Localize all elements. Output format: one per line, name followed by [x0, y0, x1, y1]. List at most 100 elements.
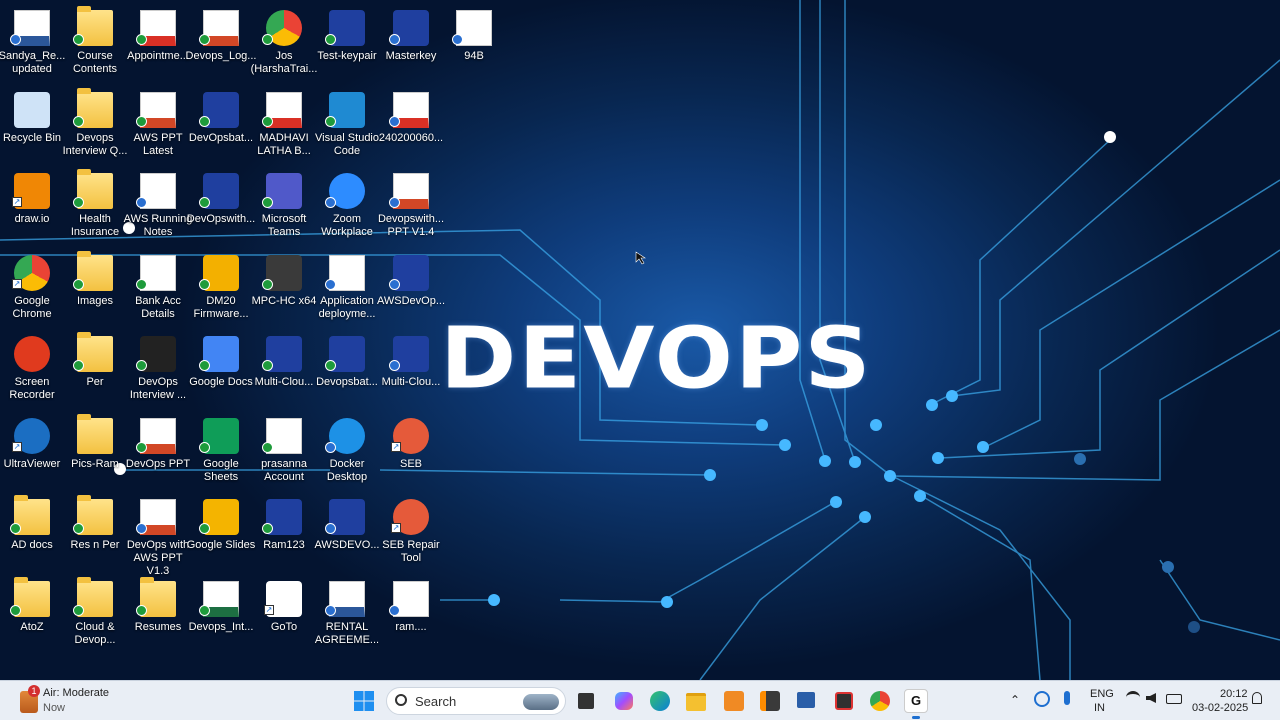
desktop-icon[interactable]: Application deployme... [315, 249, 379, 329]
desktop-icon[interactable]: ↗ GoTo [252, 575, 316, 655]
cloud-sync-icon [389, 197, 400, 208]
wifi-icon[interactable] [1126, 691, 1140, 704]
desktop-icon[interactable]: Devopswith... PPT V1.4 [378, 167, 444, 247]
desktop-icon[interactable]: Docker Desktop [315, 412, 379, 492]
desktop-icon[interactable]: Microsoft Teams [252, 167, 316, 247]
cloud-sync-icon [325, 197, 336, 208]
desktop-icon[interactable]: Devops_Log... [186, 4, 256, 84]
desktop-icon[interactable]: AD docs [0, 493, 64, 573]
desktop-icon[interactable]: Bank Acc Details [126, 249, 190, 329]
desktop-icon-label: Google Slides [186, 539, 256, 551]
remote-desktop-icon[interactable] [794, 689, 818, 713]
desktop-icon[interactable]: Cloud & Devop... [63, 575, 127, 655]
sublime-text-icon[interactable] [758, 689, 782, 713]
desktop-icon[interactable]: Multi-Clou... [379, 330, 443, 410]
cloud-sync-icon [389, 360, 400, 371]
desktop-icon[interactable]: Ram123 [252, 493, 316, 573]
desktop-icon[interactable]: AtoZ [0, 575, 64, 655]
cloud-sync-icon [389, 605, 400, 616]
microphone-icon[interactable] [1064, 691, 1070, 705]
desktop-icon[interactable]: Resumes [126, 575, 190, 655]
desktop-icon-label: Cloud & Devop... [74, 621, 116, 646]
edge-icon[interactable] [648, 689, 672, 713]
desktop-icon-label: AD docs [11, 539, 53, 551]
desktop-icon[interactable]: Sandya_Re... updated [0, 4, 65, 84]
battery-icon[interactable] [1166, 694, 1182, 704]
desktop-icon-label: Devops_Int... [188, 621, 254, 633]
synced-check-icon [136, 116, 147, 127]
chrome-taskbar-icon[interactable] [868, 689, 892, 713]
desktop-icon[interactable]: ↗ Google Chrome [0, 249, 64, 329]
desktop-icon[interactable]: Health Insurance [63, 167, 127, 247]
desktop-icon[interactable]: Res n Per [63, 493, 127, 573]
desktop-icon-label: Devopsbat... [316, 376, 378, 388]
sync-icon[interactable] [1034, 691, 1050, 707]
desktop-icon[interactable]: Appointme... [126, 4, 190, 84]
desktop-icon[interactable]: Course Contents [63, 4, 127, 84]
desktop-icon[interactable]: DevOps with AWS PPT V1.3 [126, 493, 190, 577]
desktop-icon[interactable]: Images [63, 249, 127, 329]
orange-app-icon[interactable] [722, 689, 746, 713]
synced-check-icon [199, 442, 210, 453]
desktop-icon[interactable]: ↗ UltraViewer [0, 412, 64, 492]
synced-check-icon [73, 605, 84, 616]
language-top[interactable]: ENG [1090, 688, 1114, 700]
desktop-icon-label: Ram123 [263, 539, 305, 551]
windows-start-icon[interactable] [352, 689, 376, 713]
desktop-icon[interactable]: Pics-Ram [63, 412, 127, 492]
desktop-icon[interactable]: ↗ draw.io [0, 167, 64, 247]
desktop-icon[interactable]: AWSDevOp... [377, 249, 445, 329]
desktop-icon[interactable]: Jos (HarshaTrai... [251, 4, 317, 84]
task-view-icon[interactable] [574, 689, 598, 713]
desktop-icon[interactable]: ↗ SEB Repair Tool [379, 493, 443, 573]
shortcut-arrow-icon: ↗ [391, 442, 401, 452]
show-hidden-icons-chevron-icon[interactable]: ⌃ [1010, 693, 1020, 707]
desktop-icon[interactable]: Visual Studio Code [315, 86, 379, 166]
desktop-icon[interactable]: Devopsbat... [315, 330, 379, 410]
desktop-icon[interactable]: MADHAVI LATHA B... [252, 86, 316, 166]
snipping-tool-icon[interactable] [832, 689, 856, 713]
desktop-icon[interactable]: ram.... [379, 575, 443, 655]
desktop-icon[interactable]: 94B [442, 4, 506, 84]
desktop-icon[interactable]: Multi-Clou... [252, 330, 316, 410]
synced-check-icon [262, 197, 273, 208]
desktop-icon[interactable]: Devops_Int... [189, 575, 253, 655]
desktop-icon[interactable]: RENTAL AGREEME... [315, 575, 379, 655]
volume-icon[interactable] [1146, 693, 1156, 703]
desktop-icon[interactable]: Zoom Workplace [315, 167, 379, 247]
desktop-icon[interactable]: AWSDEVO... [315, 493, 380, 573]
desktop[interactable]: DEVOPS Sandya_Re... updated Course Conten… [0, 0, 1280, 680]
desktop-icon[interactable]: ↗ SEB [379, 412, 443, 492]
desktop-icon[interactable]: DM20 Firmware... [189, 249, 253, 329]
goto-taskbar-icon[interactable]: G [904, 689, 928, 713]
desktop-icon[interactable]: Masterkey [379, 4, 443, 84]
desktop-icon[interactable]: DevOpswith... [187, 167, 255, 247]
file-explorer-icon[interactable] [684, 689, 708, 713]
notification-bell-icon[interactable] [1252, 692, 1262, 704]
desktop-icon[interactable]: Devops Interview Q... [63, 86, 127, 166]
desktop-icon[interactable]: Test-keypair [315, 4, 379, 84]
clock-date[interactable]: 03-02-2025 [1192, 702, 1248, 714]
desktop-icon[interactable]: Recycle Bin [0, 86, 64, 166]
desktop-icon[interactable]: DevOps Interview ... [126, 330, 190, 410]
copilot-icon[interactable] [612, 689, 636, 713]
language-bottom[interactable]: IN [1094, 702, 1105, 714]
desktop-icon[interactable]: 240200060... [379, 86, 443, 166]
desktop-icon[interactable]: DevOps PPT [126, 412, 190, 492]
desktop-icon-label: Sandya_Re... updated [0, 50, 66, 75]
desktop-icon[interactable]: Google Slides [187, 493, 255, 573]
desktop-icon[interactable]: MPC-HC x64 [252, 249, 316, 329]
desktop-icon[interactable]: AWS PPT Latest [126, 86, 190, 166]
desktop-icon[interactable]: Google Docs [189, 330, 253, 410]
weather-widget[interactable]: 1 Air: Moderate Now [16, 685, 136, 717]
desktop-icon[interactable]: DevOpsbat... [189, 86, 253, 166]
desktop-icon[interactable]: Per [63, 330, 127, 410]
desktop-icon[interactable]: prasanna Account [252, 412, 316, 492]
desktop-icon[interactable]: Screen Recorder [0, 330, 64, 410]
desktop-icon[interactable]: AWS Running Notes [124, 167, 192, 247]
desktop-icon-label: MADHAVI LATHA B... [257, 132, 311, 157]
taskbar-search-box[interactable]: Search [386, 687, 566, 715]
desktop-icon-label: Google Sheets [203, 458, 239, 483]
desktop-icon[interactable]: Google Sheets [189, 412, 253, 492]
clock-time[interactable]: 20:12 [1220, 688, 1248, 700]
